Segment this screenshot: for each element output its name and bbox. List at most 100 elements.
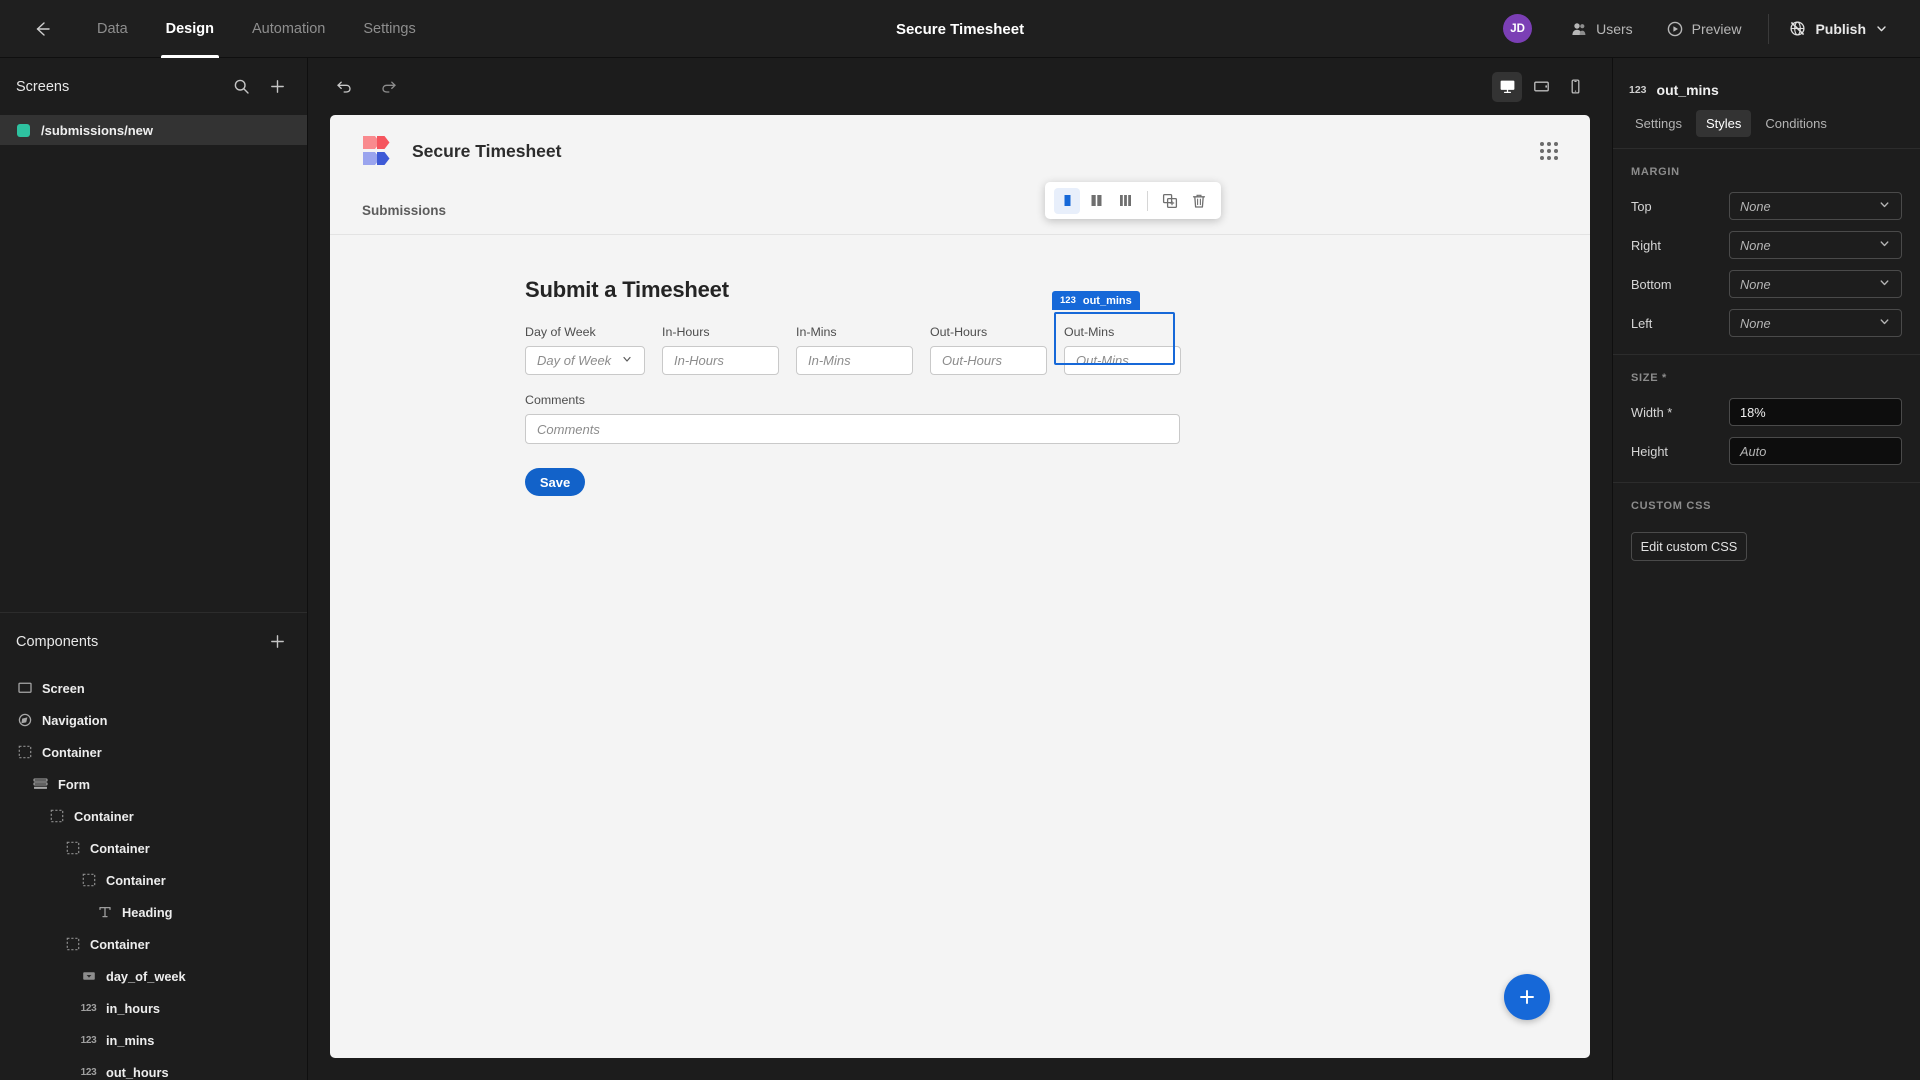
container-icon [16,744,33,761]
tree-item-label: Screen [42,680,85,696]
margin-right-row: Right None [1631,231,1902,259]
tree-item-label: Container [42,744,102,760]
form-icon [32,776,49,793]
margin-right-select[interactable]: None [1729,231,1902,259]
tree-item-form[interactable]: Form [0,768,307,800]
field-label: Comments [525,393,585,407]
select-value: None [1740,276,1771,292]
screen-icon [16,680,33,697]
add-component-fab[interactable] [1504,974,1550,1020]
out-mins-input[interactable]: Out-Mins [1064,346,1181,375]
back-button[interactable] [22,9,62,49]
in-mins-input[interactable]: In-Mins [796,346,913,375]
main-nav-tabs: Data Design Automation Settings [78,0,435,58]
tree-item-in-hours[interactable]: 123 in_hours [0,992,307,1024]
add-component-button[interactable] [263,628,291,656]
search-screens-button[interactable] [227,73,255,101]
in-hours-input[interactable]: In-Hours [662,346,779,375]
users-label: Users [1596,20,1633,37]
selection-tag-type-icon: 123 [1060,295,1076,306]
device-tablet-button[interactable] [1526,72,1556,102]
body: Screens /submissions/new Components Scre… [0,58,1920,1080]
nav-tab-settings[interactable]: Settings [344,0,434,58]
margin-top-select[interactable]: None [1729,192,1902,220]
tree-item-out-hours[interactable]: 123 out_hours [0,1056,307,1080]
tree-item-container[interactable]: Container [0,832,307,864]
inspector-type-icon: 123 [1629,84,1647,96]
save-button[interactable]: Save [525,468,585,496]
app-preview-canvas[interactable]: Secure Timesheet Submissions Submit a Ti… [330,115,1590,1058]
inspector-header: 123 out_mins [1613,70,1920,110]
tab-conditions[interactable]: Conditions [1755,110,1836,137]
add-screen-button[interactable] [263,73,291,101]
out-hours-input[interactable]: Out-Hours [930,346,1047,375]
trash-glyph [1192,194,1206,208]
device-desktop-button[interactable] [1492,71,1522,102]
field-out-mins: 123 out_mins Out-Mins Out-Mins [1052,291,1181,375]
screens-title: Screens [16,78,70,95]
tab-styles[interactable]: Styles [1695,110,1752,137]
tablet-icon [1533,81,1549,92]
search-icon [234,79,249,94]
preview-button[interactable]: Preview [1650,12,1759,46]
select-value: None [1740,237,1771,253]
tree-item-label: Container [106,872,166,888]
nav-tab-label: Design [165,20,214,37]
three-column-icon[interactable] [1112,188,1138,214]
screens-list: /submissions/new [0,115,307,145]
tree-item-container[interactable]: Container [0,928,307,960]
tree-item-navigation[interactable]: Navigation [0,704,307,736]
edit-custom-css-button[interactable]: Edit custom CSS [1631,532,1747,561]
container-icon [80,872,97,889]
comments-input[interactable]: Comments [525,414,1180,444]
tree-item-day-of-week[interactable]: day_of_week [0,960,307,992]
nav-tab-data[interactable]: Data [78,0,147,58]
day-of-week-select[interactable]: Day of Week [525,346,645,375]
screen-status-dot [17,123,30,137]
desktop-icon [1500,80,1514,94]
device-mobile-button[interactable] [1560,72,1590,102]
tree-item-container[interactable]: Container [0,864,307,896]
grid-dots-icon[interactable] [1540,142,1558,160]
chevron-down-icon [1878,276,1891,292]
nav-tab-automation[interactable]: Automation [233,0,344,58]
margin-section-title: MARGIN [1631,166,1680,178]
component-tree: Screen Navigation Container Form Container Co… [0,670,307,1080]
selection-tag-label: out_mins [1082,294,1132,307]
users-button[interactable]: Users [1554,12,1650,46]
tab-label: Conditions [1765,116,1827,131]
publish-button[interactable]: Publish [1779,20,1898,37]
dropdown-icon [80,968,97,985]
avatar[interactable]: JD [1503,14,1533,43]
tab-settings[interactable]: Settings [1625,110,1692,137]
tree-item-label: Container [90,840,150,856]
top-bar: Data Design Automation Settings Secure T… [0,0,1920,58]
chevron-down-icon[interactable] [1875,22,1888,35]
tree-item-screen[interactable]: Screen [0,672,307,704]
tree-item-heading[interactable]: Heading [0,896,307,928]
inspector-component-name: out_mins [1656,82,1719,98]
margin-bottom-select[interactable]: None [1729,270,1902,298]
chevron-down-icon [1878,237,1891,253]
redo-button[interactable] [374,73,402,101]
screen-item-submissions-new[interactable]: /submissions/new [0,115,307,145]
one-column-icon[interactable] [1054,187,1080,214]
input-placeholder: In-Hours [674,353,724,368]
text-icon [96,904,113,921]
two-column-icon[interactable] [1083,188,1109,214]
delete-icon[interactable] [1186,188,1212,214]
three-column-glyph [1119,195,1131,206]
width-input[interactable]: 18% [1729,398,1902,426]
nav-tab-design[interactable]: Design [147,0,233,58]
tree-item-container[interactable]: Container [0,736,307,768]
duplicate-icon[interactable] [1157,188,1183,214]
undo-button[interactable] [330,73,358,101]
components-panel-actions [263,628,291,656]
tree-item-in-mins[interactable]: 123 in_mins [0,1024,307,1056]
margin-left-select[interactable]: None [1729,309,1902,337]
height-input[interactable]: Auto [1729,437,1902,465]
tree-item-container[interactable]: Container [0,800,307,832]
input-placeholder: Out-Mins [1076,353,1129,368]
nav-link-submissions[interactable]: Submissions [362,203,446,218]
tree-item-label: Container [90,936,150,952]
